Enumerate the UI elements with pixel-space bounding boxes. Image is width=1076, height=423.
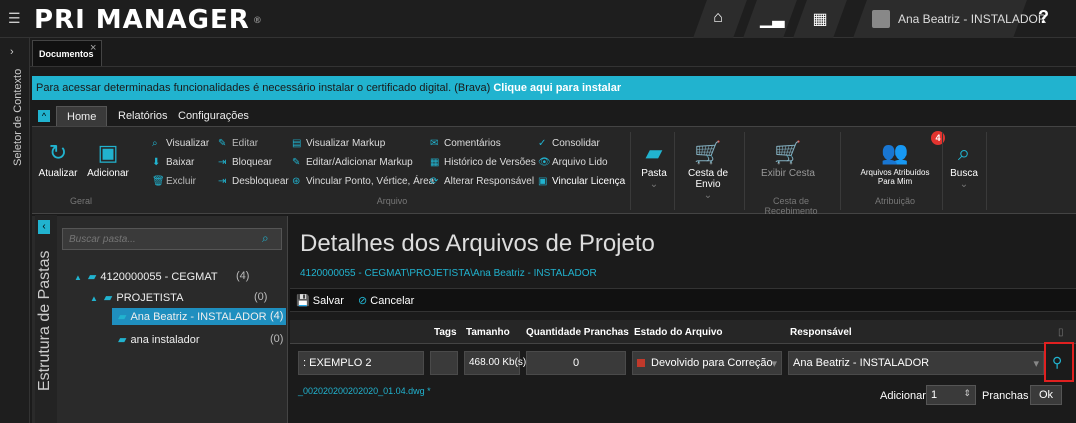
- name-field[interactable]: : EXEMPLO 2: [298, 351, 424, 375]
- col-pranchas[interactable]: Quantidade Pranchas: [526, 327, 629, 338]
- search-icon: ⌕: [957, 140, 971, 165]
- tree-item-ana-instalador[interactable]: ▰ ana instalador: [118, 333, 200, 346]
- group-cesta: Cesta de Recebimento: [764, 196, 818, 216]
- collapse-ribbon-icon[interactable]: ^: [38, 110, 50, 122]
- refresh-icon: ↻: [48, 140, 68, 165]
- close-icon[interactable]: ×: [90, 42, 96, 54]
- install-link[interactable]: Clique aqui para instalar: [493, 82, 621, 94]
- pranchas-stepper[interactable]: 1 ⇕: [926, 385, 976, 405]
- menu-icon[interactable]: ☰: [8, 11, 22, 25]
- group-geral: Geral: [69, 196, 92, 206]
- link-point-button[interactable]: ⊛ Vincular Ponto, Vértice, Área: [292, 176, 434, 187]
- tab-configuracoes[interactable]: Configurações: [168, 106, 259, 126]
- tree-item-ana-beatriz[interactable]: ▰ Ana Beatriz - INSTALADOR: [118, 310, 267, 323]
- refresh-button[interactable]: ↻ Atualizar: [36, 138, 80, 179]
- tree-count: (0): [254, 291, 268, 303]
- page-title: Detalhes dos Arquivos de Projeto: [300, 230, 655, 257]
- search-menu-button[interactable]: ⌕ Busca ⌄: [944, 138, 984, 190]
- view-markup-button[interactable]: ▤ Visualizar Markup: [292, 138, 385, 149]
- ok-button[interactable]: Ok: [1030, 385, 1062, 405]
- view-button[interactable]: ⌕ Visualizar: [152, 138, 209, 149]
- chevron-right-icon[interactable]: ›: [10, 46, 14, 58]
- save-button[interactable]: 💾 Salvar: [296, 294, 344, 307]
- breadcrumb: 4120000055 - CEGMAT\PROJETISTA\Ana Beatr…: [300, 268, 597, 279]
- tree-count: (4): [270, 310, 284, 322]
- consolidate-button[interactable]: ✓ Consolidar: [538, 138, 600, 149]
- user-group-icon: 👥: [881, 140, 909, 165]
- tab-home[interactable]: Home: [56, 106, 108, 126]
- help-button[interactable]: ?: [1038, 7, 1049, 28]
- download-button[interactable]: ⬇ Baixar: [152, 157, 194, 168]
- edit-markup-button[interactable]: ✎ Editar/Adicionar Markup: [292, 157, 413, 168]
- ribbon-divider: [986, 132, 987, 210]
- unlock-button[interactable]: ⇥ Desbloquear: [218, 176, 289, 187]
- context-selector-label[interactable]: Seletor de Contexto: [12, 66, 24, 166]
- ribbon-divider: [674, 132, 675, 210]
- app-logo: PRI MANAGER ®: [34, 5, 263, 35]
- file-link[interactable]: _002020200202020_01.04.dwg *: [298, 386, 431, 396]
- group-atribuicao: Atribuição: [874, 196, 916, 206]
- ribbon-divider: [744, 132, 745, 210]
- add-button[interactable]: ▣ Adicionar: [84, 138, 132, 179]
- folder-structure-label: Estrutura de Pastas: [36, 250, 53, 391]
- delete-button[interactable]: 🗑Excluir: [152, 176, 196, 187]
- tree-count: (0): [270, 333, 284, 345]
- search-icon[interactable]: ⌕: [262, 231, 269, 246]
- add-file-icon: ▣: [97, 140, 119, 165]
- owner-select[interactable]: Ana Beatriz - INSTALADOR ▾: [788, 351, 1044, 375]
- cancel-button[interactable]: ⊘ Cancelar: [358, 294, 414, 307]
- ribbon-divider: [840, 132, 841, 210]
- col-estado[interactable]: Estado do Arquivo: [634, 327, 723, 338]
- chart-icon[interactable]: ▁▃: [760, 9, 785, 29]
- tab-strip: [30, 66, 1076, 76]
- col-tamanho[interactable]: Tamanho: [466, 327, 510, 338]
- folder-icon: ▰: [645, 140, 663, 165]
- file-read-button[interactable]: 👁Arquivo Lido: [538, 157, 608, 168]
- lock-button[interactable]: ⇥ Bloquear: [218, 157, 272, 168]
- pager-label: Adicionar: [880, 390, 926, 402]
- cart-icon: 🛒: [774, 140, 802, 165]
- edit-button[interactable]: ✎ Editar: [218, 138, 258, 149]
- home-icon[interactable]: ⌂: [708, 9, 728, 27]
- tags-field[interactable]: [430, 351, 458, 375]
- show-basket-button[interactable]: 🛒 Exibir Cesta: [760, 138, 816, 179]
- avatar[interactable]: [872, 10, 890, 28]
- change-owner-button[interactable]: ⟳ Alterar Responsável: [430, 176, 534, 187]
- send-basket-button[interactable]: 🛒 Cesta de Envio ⌄: [676, 138, 740, 201]
- version-history-button[interactable]: ▦ Histórico de Versões: [430, 157, 536, 168]
- certificate-banner: Para acessar determinadas funcionalidade…: [32, 76, 1076, 100]
- attachment-icon[interactable]: ⚲: [1052, 354, 1062, 371]
- lock-icon: ▯: [1058, 327, 1064, 338]
- cart-icon: 🛒: [694, 140, 722, 165]
- user-name[interactable]: Ana Beatriz - INSTALADOR: [898, 12, 1047, 26]
- ribbon-divider: [942, 132, 943, 210]
- tree-item-projetista[interactable]: ▲ ▰ PROJETISTA: [90, 291, 183, 304]
- assigned-files-button[interactable]: 👥 Arquivos Atribuídos Para Mim: [852, 138, 938, 186]
- col-tags[interactable]: Tags: [434, 327, 457, 338]
- comments-button[interactable]: ✉ Comentários: [430, 138, 501, 149]
- pranchas-label: Pranchas: [982, 390, 1029, 402]
- folder-search-input[interactable]: [62, 228, 282, 250]
- size-field: 468.00 Kb(s): [464, 351, 526, 375]
- group-arquivo: Arquivo: [376, 196, 408, 206]
- banner-text: Para acessar determinadas funcionalidade…: [36, 82, 491, 94]
- pranchas-field[interactable]: 0: [526, 351, 626, 375]
- link-license-button[interactable]: ▣ Vincular Licença: [538, 176, 625, 187]
- tree-count: (4): [236, 270, 250, 282]
- status-select[interactable]: Devolvido para Correção ▾: [632, 351, 782, 375]
- col-responsavel[interactable]: Responsável: [790, 327, 852, 338]
- tree-item-cegmat[interactable]: ▲ ▰ 4120000055 - CEGMAT: [74, 270, 218, 283]
- ribbon-divider: [630, 132, 631, 210]
- folder-button[interactable]: ▰ Pasta ⌄: [636, 138, 672, 190]
- calendar-icon[interactable]: ▦: [810, 9, 830, 29]
